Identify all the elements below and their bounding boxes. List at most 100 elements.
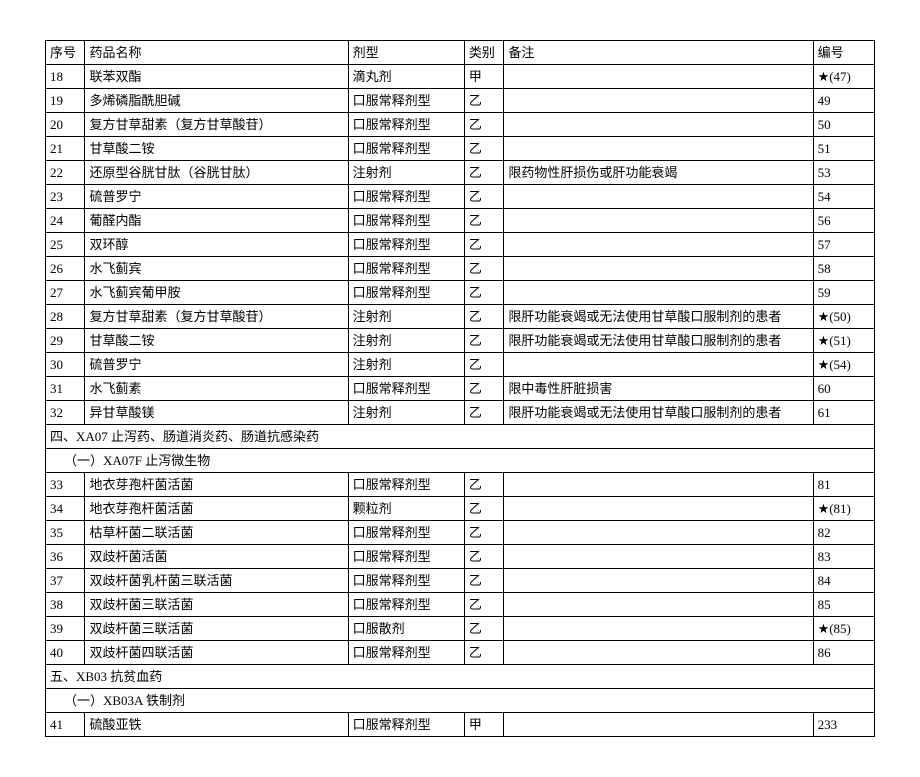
cell-form: 注射剂 <box>348 305 464 329</box>
cell-cat: 乙 <box>464 161 503 185</box>
cell-cat: 乙 <box>464 137 503 161</box>
cell-code: 86 <box>813 641 874 665</box>
cell-name: 异甘草酸镁 <box>85 401 348 425</box>
cell-form: 口服散剂 <box>348 617 464 641</box>
cell-form: 口服常释剂型 <box>348 377 464 401</box>
cell-code: ★(47) <box>813 65 874 89</box>
table-row: 25双环醇口服常释剂型乙57 <box>46 233 875 257</box>
table-row: 27水飞蓟宾葡甲胺口服常释剂型乙59 <box>46 281 875 305</box>
cell-name: 多烯磷脂酰胆碱 <box>85 89 348 113</box>
cell-remark <box>504 497 813 521</box>
cell-form: 口服常释剂型 <box>348 593 464 617</box>
table-row: 39双歧杆菌三联活菌口服散剂乙★(85) <box>46 617 875 641</box>
cell-code: 61 <box>813 401 874 425</box>
cell-cat: 乙 <box>464 353 503 377</box>
table-row: 24葡醛内酯口服常释剂型乙56 <box>46 209 875 233</box>
cell-remark <box>504 257 813 281</box>
cell-form: 颗粒剂 <box>348 497 464 521</box>
cell-name: 甘草酸二铵 <box>85 329 348 353</box>
cell-seq: 25 <box>46 233 85 257</box>
cell-seq: 20 <box>46 113 85 137</box>
cell-name: 联苯双酯 <box>85 65 348 89</box>
cell-name: 水飞蓟宾葡甲胺 <box>85 281 348 305</box>
cell-remark: 限肝功能衰竭或无法使用甘草酸口服制剂的患者 <box>504 305 813 329</box>
cell-cat: 乙 <box>464 89 503 113</box>
cell-form: 注射剂 <box>348 161 464 185</box>
cell-seq: 32 <box>46 401 85 425</box>
subsection-cell: （一）XA07F 止泻微生物 <box>46 449 875 473</box>
cell-remark <box>504 569 813 593</box>
table-row: 28复方甘草甜素（复方甘草酸苷）注射剂乙限肝功能衰竭或无法使用甘草酸口服制剂的患… <box>46 305 875 329</box>
cell-seq: 30 <box>46 353 85 377</box>
cell-remark <box>504 593 813 617</box>
cell-remark <box>504 113 813 137</box>
cell-cat: 乙 <box>464 113 503 137</box>
cell-cat: 乙 <box>464 329 503 353</box>
header-seq: 序号 <box>46 41 85 65</box>
cell-remark <box>504 209 813 233</box>
cell-cat: 乙 <box>464 641 503 665</box>
section-cell: 四、XA07 止泻药、肠道消炎药、肠道抗感染药 <box>46 425 875 449</box>
cell-name: 双歧杆菌四联活菌 <box>85 641 348 665</box>
cell-cat: 乙 <box>464 497 503 521</box>
cell-seq: 22 <box>46 161 85 185</box>
cell-cat: 乙 <box>464 377 503 401</box>
cell-remark <box>504 185 813 209</box>
cell-code: ★(81) <box>813 497 874 521</box>
cell-cat: 乙 <box>464 209 503 233</box>
table-row: 19多烯磷脂酰胆碱口服常释剂型乙49 <box>46 89 875 113</box>
cell-cat: 乙 <box>464 521 503 545</box>
table-row: 32异甘草酸镁注射剂乙限肝功能衰竭或无法使用甘草酸口服制剂的患者61 <box>46 401 875 425</box>
table-row: 40双歧杆菌四联活菌口服常释剂型乙86 <box>46 641 875 665</box>
table-row: 四、XA07 止泻药、肠道消炎药、肠道抗感染药 <box>46 425 875 449</box>
cell-cat: 乙 <box>464 233 503 257</box>
cell-form: 口服常释剂型 <box>348 713 464 737</box>
subsection-cell: （一）XB03A 铁制剂 <box>46 689 875 713</box>
cell-code: 81 <box>813 473 874 497</box>
cell-code: 233 <box>813 713 874 737</box>
table-row: 38双歧杆菌三联活菌口服常释剂型乙85 <box>46 593 875 617</box>
table-row: 26水飞蓟宾口服常释剂型乙58 <box>46 257 875 281</box>
cell-name: 双歧杆菌三联活菌 <box>85 617 348 641</box>
cell-seq: 38 <box>46 593 85 617</box>
cell-seq: 27 <box>46 281 85 305</box>
cell-seq: 31 <box>46 377 85 401</box>
table-row: 36双歧杆菌活菌口服常释剂型乙83 <box>46 545 875 569</box>
table-row: 23硫普罗宁口服常释剂型乙54 <box>46 185 875 209</box>
drug-table: 序号 药品名称 剂型 类别 备注 编号 18联苯双酯滴丸剂甲★(47)19多烯磷… <box>45 40 875 737</box>
cell-code: 60 <box>813 377 874 401</box>
table-row: 22还原型谷胱甘肽（谷胱甘肽）注射剂乙限药物性肝损伤或肝功能衰竭53 <box>46 161 875 185</box>
cell-seq: 28 <box>46 305 85 329</box>
cell-name: 水飞蓟宾 <box>85 257 348 281</box>
cell-form: 滴丸剂 <box>348 65 464 89</box>
header-form: 剂型 <box>348 41 464 65</box>
cell-seq: 34 <box>46 497 85 521</box>
cell-form: 注射剂 <box>348 353 464 377</box>
cell-form: 口服常释剂型 <box>348 257 464 281</box>
cell-remark <box>504 713 813 737</box>
cell-code: 83 <box>813 545 874 569</box>
table-row: 21甘草酸二铵口服常释剂型乙51 <box>46 137 875 161</box>
cell-form: 口服常释剂型 <box>348 569 464 593</box>
cell-code: 59 <box>813 281 874 305</box>
cell-name: 水飞蓟素 <box>85 377 348 401</box>
cell-seq: 29 <box>46 329 85 353</box>
cell-form: 口服常释剂型 <box>348 521 464 545</box>
cell-code: 57 <box>813 233 874 257</box>
cell-name: 硫酸亚铁 <box>85 713 348 737</box>
cell-remark: 限肝功能衰竭或无法使用甘草酸口服制剂的患者 <box>504 401 813 425</box>
cell-form: 口服常释剂型 <box>348 137 464 161</box>
cell-remark <box>504 89 813 113</box>
cell-form: 口服常释剂型 <box>348 281 464 305</box>
table-row: 41硫酸亚铁口服常释剂型甲233 <box>46 713 875 737</box>
table-row: 18联苯双酯滴丸剂甲★(47) <box>46 65 875 89</box>
cell-form: 口服常释剂型 <box>348 233 464 257</box>
cell-cat: 甲 <box>464 713 503 737</box>
table-row: 35枯草杆菌二联活菌口服常释剂型乙82 <box>46 521 875 545</box>
cell-name: 复方甘草甜素（复方甘草酸苷） <box>85 113 348 137</box>
cell-remark <box>504 65 813 89</box>
cell-form: 口服常释剂型 <box>348 209 464 233</box>
cell-code: ★(50) <box>813 305 874 329</box>
cell-name: 硫普罗宁 <box>85 353 348 377</box>
table-row: 37双歧杆菌乳杆菌三联活菌口服常释剂型乙84 <box>46 569 875 593</box>
